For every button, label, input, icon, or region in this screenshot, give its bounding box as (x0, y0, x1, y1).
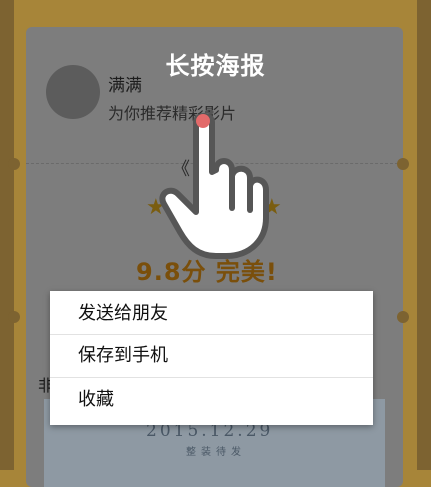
context-menu: 发送给朋友 保存到手机 收藏 (50, 291, 373, 425)
ticket-notch-left (8, 158, 20, 170)
poster-tagline: 整装待发 (186, 447, 246, 458)
menu-item-save-to-phone[interactable]: 保存到手机 (50, 335, 373, 377)
ticket-notch-left (8, 311, 20, 323)
ticket-notch-right (397, 158, 409, 170)
touch-point-icon (196, 114, 210, 128)
long-press-hint: 长按海报 (165, 52, 266, 80)
menu-divider (50, 377, 373, 378)
menu-item-favorite[interactable]: 收藏 (50, 379, 373, 421)
menu-item-send-to-friend[interactable]: 发送给朋友 (50, 293, 373, 335)
hand-pointer-icon (159, 113, 269, 259)
ticket-notch-right (397, 311, 409, 323)
